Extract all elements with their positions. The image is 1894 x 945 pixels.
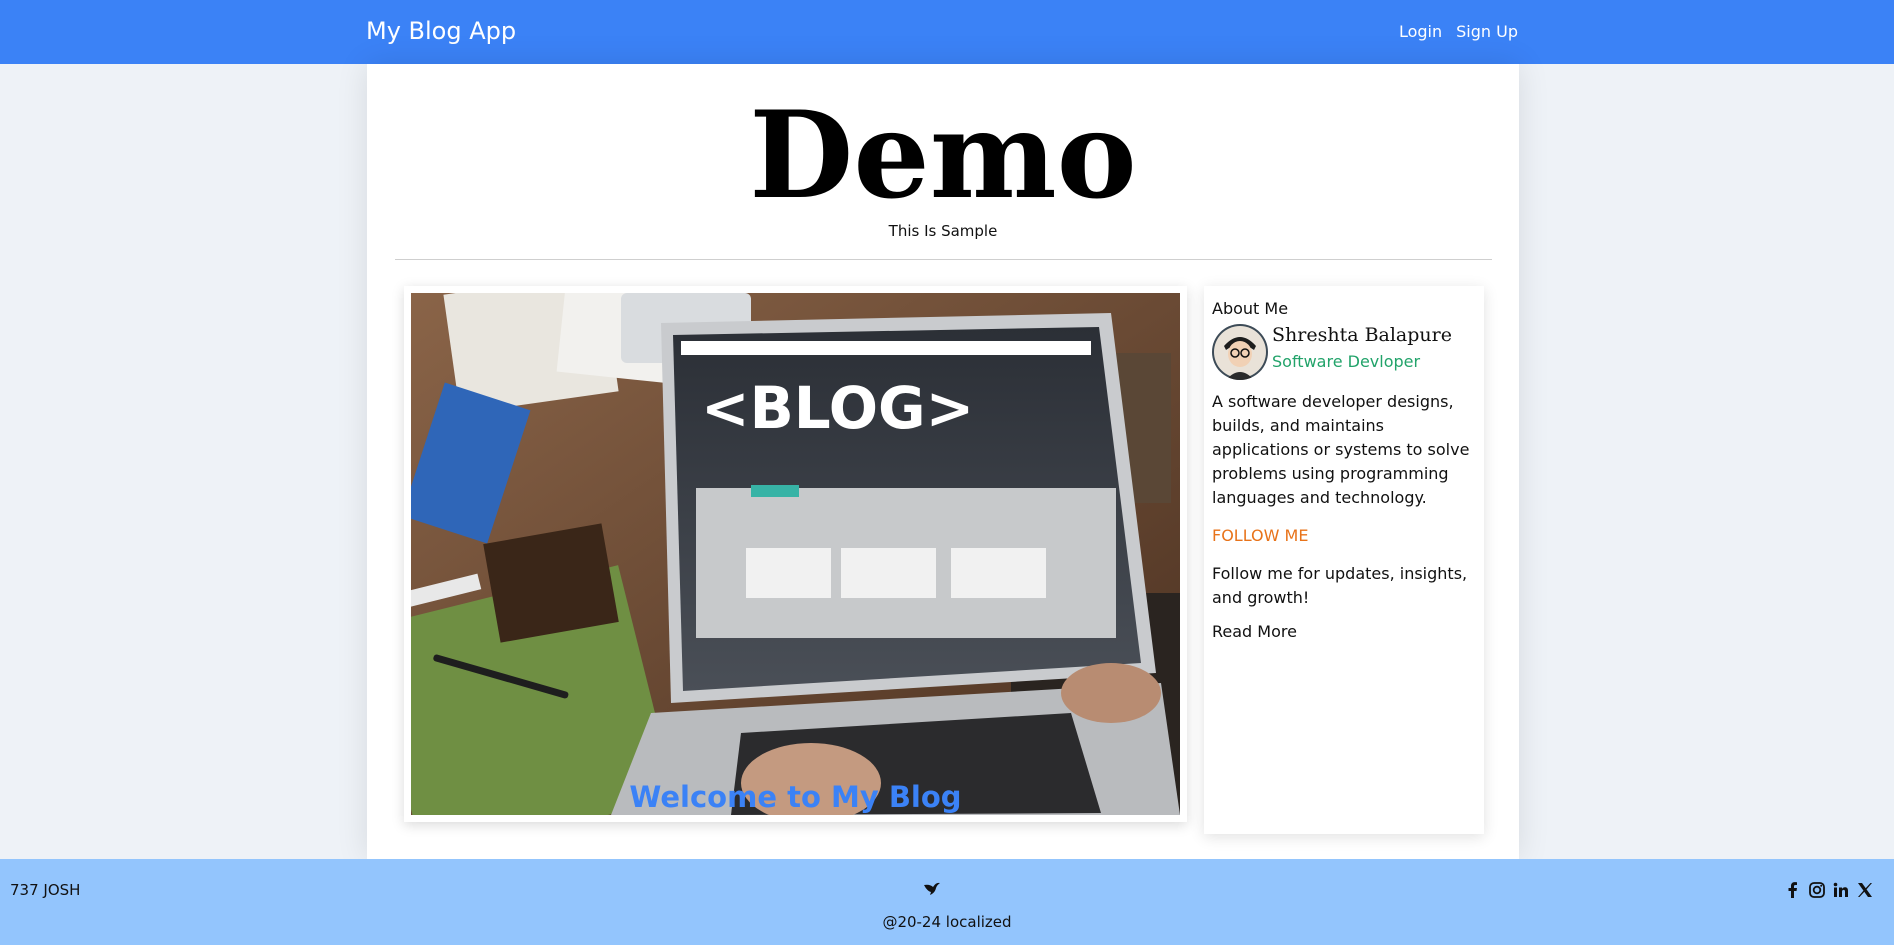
divider	[395, 259, 1492, 260]
welcome-caption: Welcome to My Blog	[629, 780, 962, 814]
social-links	[1784, 881, 1874, 899]
main-container: Demo This Is Sample <BLOG> Welcome to My…	[367, 64, 1519, 859]
read-more-link[interactable]: Read More	[1212, 622, 1297, 641]
x-icon[interactable]	[1856, 881, 1874, 899]
nav-links: Login Sign Up	[1399, 22, 1518, 41]
blog-screen-text: <BLOG>	[701, 374, 974, 442]
bird-logo-icon	[924, 882, 940, 895]
follow-text: Follow me for updates, insights, and gro…	[1212, 564, 1468, 607]
featured-card: <BLOG> Welcome to My Blog	[404, 286, 1187, 822]
brand-title[interactable]: My Blog App	[366, 17, 516, 45]
footer-copyright: @20-24 localized	[882, 913, 1012, 931]
page-title: Demo	[749, 85, 1137, 226]
login-link[interactable]: Login	[1399, 22, 1442, 41]
footer: 737 JOSH @20-24 localized	[0, 859, 1894, 945]
laptop-photo: <BLOG>	[411, 293, 1180, 815]
navbar: My Blog App Login Sign Up	[0, 0, 1894, 64]
instagram-icon[interactable]	[1808, 881, 1826, 899]
author-role: Software Devloper	[1272, 352, 1421, 371]
linkedin-icon[interactable]	[1832, 881, 1850, 899]
signup-link[interactable]: Sign Up	[1456, 22, 1518, 41]
footer-left-text: 737 JOSH	[10, 881, 81, 899]
about-heading: About Me	[1212, 299, 1289, 318]
facebook-icon[interactable]	[1784, 881, 1802, 899]
avatar-illustration	[1214, 326, 1266, 380]
follow-heading: FOLLOW ME	[1212, 526, 1309, 545]
author-name: Shreshta Balapure	[1272, 324, 1452, 346]
author-bio: A software developer designs, builds, an…	[1212, 392, 1470, 507]
about-sidebar: About Me Shreshta Balapure Software Devl…	[1204, 286, 1484, 834]
avatar	[1212, 324, 1268, 380]
featured-image: <BLOG> Welcome to My Blog	[411, 293, 1180, 815]
page-subtitle: This Is Sample	[888, 222, 998, 240]
